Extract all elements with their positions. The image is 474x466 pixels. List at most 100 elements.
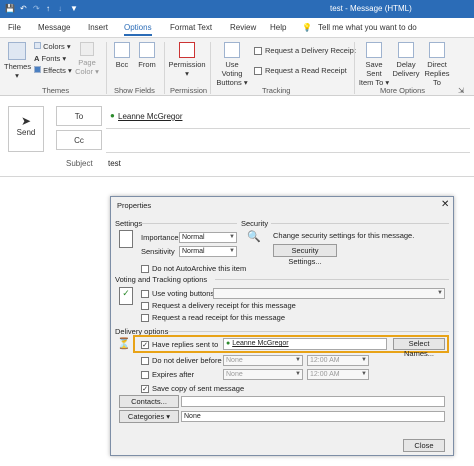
security-settings-button[interactable]: Security Settings... bbox=[273, 244, 337, 266]
from-button[interactable]: From bbox=[136, 42, 158, 69]
down-arrow-icon[interactable]: ↓ bbox=[58, 4, 62, 13]
save-copy-checkbox[interactable]: Save copy of sent message bbox=[141, 384, 244, 394]
tab-insert[interactable]: Insert bbox=[88, 23, 108, 32]
send-icon: ➤ bbox=[20, 114, 32, 128]
checkbox-icon bbox=[141, 265, 149, 274]
voting-icon bbox=[224, 42, 240, 58]
checkbox-icon bbox=[141, 357, 149, 366]
fonts-button[interactable]: A Fonts ▾ bbox=[34, 54, 66, 63]
themes-group-label: Themes bbox=[42, 86, 70, 95]
chevron-down-icon: ▼ bbox=[295, 371, 301, 377]
permission-group-label: Permission bbox=[170, 86, 208, 95]
deliver-time-select[interactable]: 12:00 AM ▼ bbox=[307, 355, 369, 366]
ribbon-separator bbox=[106, 42, 107, 94]
tab-help[interactable]: Help bbox=[270, 23, 286, 32]
permission-button[interactable]: Permission ▾ bbox=[168, 42, 206, 78]
no-autoarchive-checkbox[interactable]: Do not AutoArchive this item bbox=[141, 264, 247, 274]
tab-review[interactable]: Review bbox=[230, 23, 256, 32]
categories-button[interactable]: Categories ▾ bbox=[119, 410, 179, 423]
select-names-button[interactable]: Select Names... bbox=[393, 338, 445, 358]
contacts-field[interactable] bbox=[181, 396, 445, 407]
more-options-launcher-icon[interactable]: ⇲ bbox=[458, 86, 464, 95]
sensitivity-select[interactable]: Normal ▼ bbox=[179, 246, 237, 257]
tab-format-text[interactable]: Format Text bbox=[170, 23, 212, 32]
effects-label: Effects bbox=[43, 66, 66, 75]
chevron-down-icon: ▼ bbox=[295, 357, 301, 363]
voting-options-select[interactable]: ▼ bbox=[213, 288, 445, 299]
redo-icon[interactable]: ↷ bbox=[33, 4, 40, 13]
categories-field[interactable]: None bbox=[181, 411, 445, 422]
up-arrow-icon[interactable]: ↑ bbox=[46, 4, 50, 13]
request-read-receipt-checkbox[interactable]: Request a Read Receipt bbox=[254, 66, 347, 76]
checkbox-icon bbox=[141, 314, 149, 323]
customize-qat-icon[interactable]: ▼ bbox=[70, 4, 78, 13]
fonts-icon: A bbox=[34, 54, 40, 63]
expires-after-checkbox[interactable]: Expires after bbox=[141, 370, 194, 380]
compose-header: ➤ Send To ● Leanne McGregor Cc Subject t… bbox=[0, 96, 474, 177]
checkbox-icon bbox=[141, 341, 149, 350]
colors-label: Colors bbox=[43, 42, 65, 51]
contacts-button[interactable]: Contacts... bbox=[119, 395, 179, 408]
deliver-date-value: None bbox=[226, 357, 243, 364]
use-voting-label: Use Voting Buttons bbox=[216, 60, 243, 87]
subject-input[interactable]: test bbox=[108, 159, 121, 168]
request-delivery-receipt-checkbox[interactable]: Request a Delivery Receipt bbox=[254, 46, 356, 56]
page-color-icon bbox=[80, 42, 94, 56]
expire-time-select[interactable]: 12:00 AM ▼ bbox=[307, 369, 369, 380]
title-bar: 💾 ↶ ↷ ↑ ↓ ▼ test - Message (HTML) bbox=[0, 0, 474, 18]
save-icon[interactable]: 💾 bbox=[5, 4, 15, 13]
checkbox-icon bbox=[254, 47, 262, 56]
properties-dialog: Properties ✕ Settings Importance Normal ▼… bbox=[110, 196, 454, 456]
themes-label: Themes bbox=[4, 62, 32, 71]
effects-icon bbox=[34, 66, 41, 73]
tab-file[interactable]: File bbox=[8, 23, 21, 32]
importance-select[interactable]: Normal ▼ bbox=[179, 232, 237, 243]
expire-date-select[interactable]: None ▼ bbox=[223, 369, 303, 380]
have-replies-label: Have replies sent to bbox=[152, 340, 219, 349]
checkbox-icon bbox=[254, 67, 262, 76]
themes-button[interactable]: Themes ▾ bbox=[4, 42, 32, 80]
effects-button[interactable]: Effects ▾ bbox=[34, 66, 72, 75]
close-button[interactable]: Close bbox=[403, 439, 445, 452]
no-autoarchive-label: Do not AutoArchive this item bbox=[152, 264, 247, 273]
request-delivery-checkbox[interactable]: Request a delivery receipt for this mess… bbox=[141, 301, 296, 311]
chevron-down-icon: ▼ bbox=[229, 234, 235, 240]
to-recipient[interactable]: Leanne McGregor bbox=[118, 112, 182, 121]
request-read-label: Request a Read Receipt bbox=[265, 66, 347, 75]
direct-replies-button[interactable]: Direct Replies To bbox=[422, 42, 452, 87]
undo-icon[interactable]: ↶ bbox=[20, 4, 27, 13]
have-replies-checkbox[interactable]: Have replies sent to bbox=[141, 340, 219, 350]
page-color-button[interactable]: Page Color ▾ bbox=[74, 42, 100, 76]
colors-button[interactable]: Colors ▾ bbox=[34, 42, 71, 51]
bcc-button[interactable]: Bcc bbox=[112, 42, 132, 69]
chevron-down-icon: ▼ bbox=[437, 290, 443, 296]
save-sent-item-button[interactable]: Save Sent Item To ▾ bbox=[358, 42, 390, 87]
delay-delivery-button[interactable]: Delay Delivery bbox=[392, 42, 420, 78]
sensitivity-label: Sensitivity bbox=[141, 247, 175, 256]
tell-me-search[interactable]: Tell me what you want to do bbox=[318, 23, 417, 32]
lock-search-icon: 🔍 bbox=[247, 231, 261, 243]
cc-button[interactable]: Cc bbox=[56, 130, 102, 150]
security-text: Change security settings for this messag… bbox=[273, 231, 415, 240]
use-voting-buttons[interactable]: Use Voting Buttons ▾ bbox=[214, 42, 250, 87]
deliver-time-value: 12:00 AM bbox=[310, 357, 340, 364]
ribbon-separator bbox=[164, 42, 165, 94]
categories-label: Categories bbox=[127, 412, 165, 421]
to-button[interactable]: To bbox=[56, 106, 102, 126]
send-button[interactable]: ➤ Send bbox=[8, 106, 44, 152]
tab-message[interactable]: Message bbox=[38, 23, 70, 32]
no-deliver-before-checkbox[interactable]: Do not deliver before bbox=[141, 356, 222, 366]
more-options-group-label: More Options bbox=[380, 86, 426, 95]
use-voting-checkbox[interactable]: Use voting buttons bbox=[141, 289, 214, 299]
security-divider bbox=[271, 223, 449, 224]
deliver-date-select[interactable]: None ▼ bbox=[223, 355, 303, 366]
delivery-clock-icon: ⏳ bbox=[117, 338, 131, 350]
request-read-checkbox[interactable]: Request a read receipt for this message bbox=[141, 313, 285, 323]
lightbulb-icon: 💡 bbox=[302, 23, 312, 32]
replies-to-field[interactable]: ● Leanne McGregor bbox=[223, 338, 387, 350]
tracking-icon: ✓ bbox=[119, 287, 133, 305]
from-label: From bbox=[138, 60, 156, 69]
tab-options[interactable]: Options bbox=[124, 23, 152, 36]
no-deliver-before-label: Do not deliver before bbox=[152, 356, 222, 365]
close-icon[interactable]: ✕ bbox=[441, 199, 449, 210]
